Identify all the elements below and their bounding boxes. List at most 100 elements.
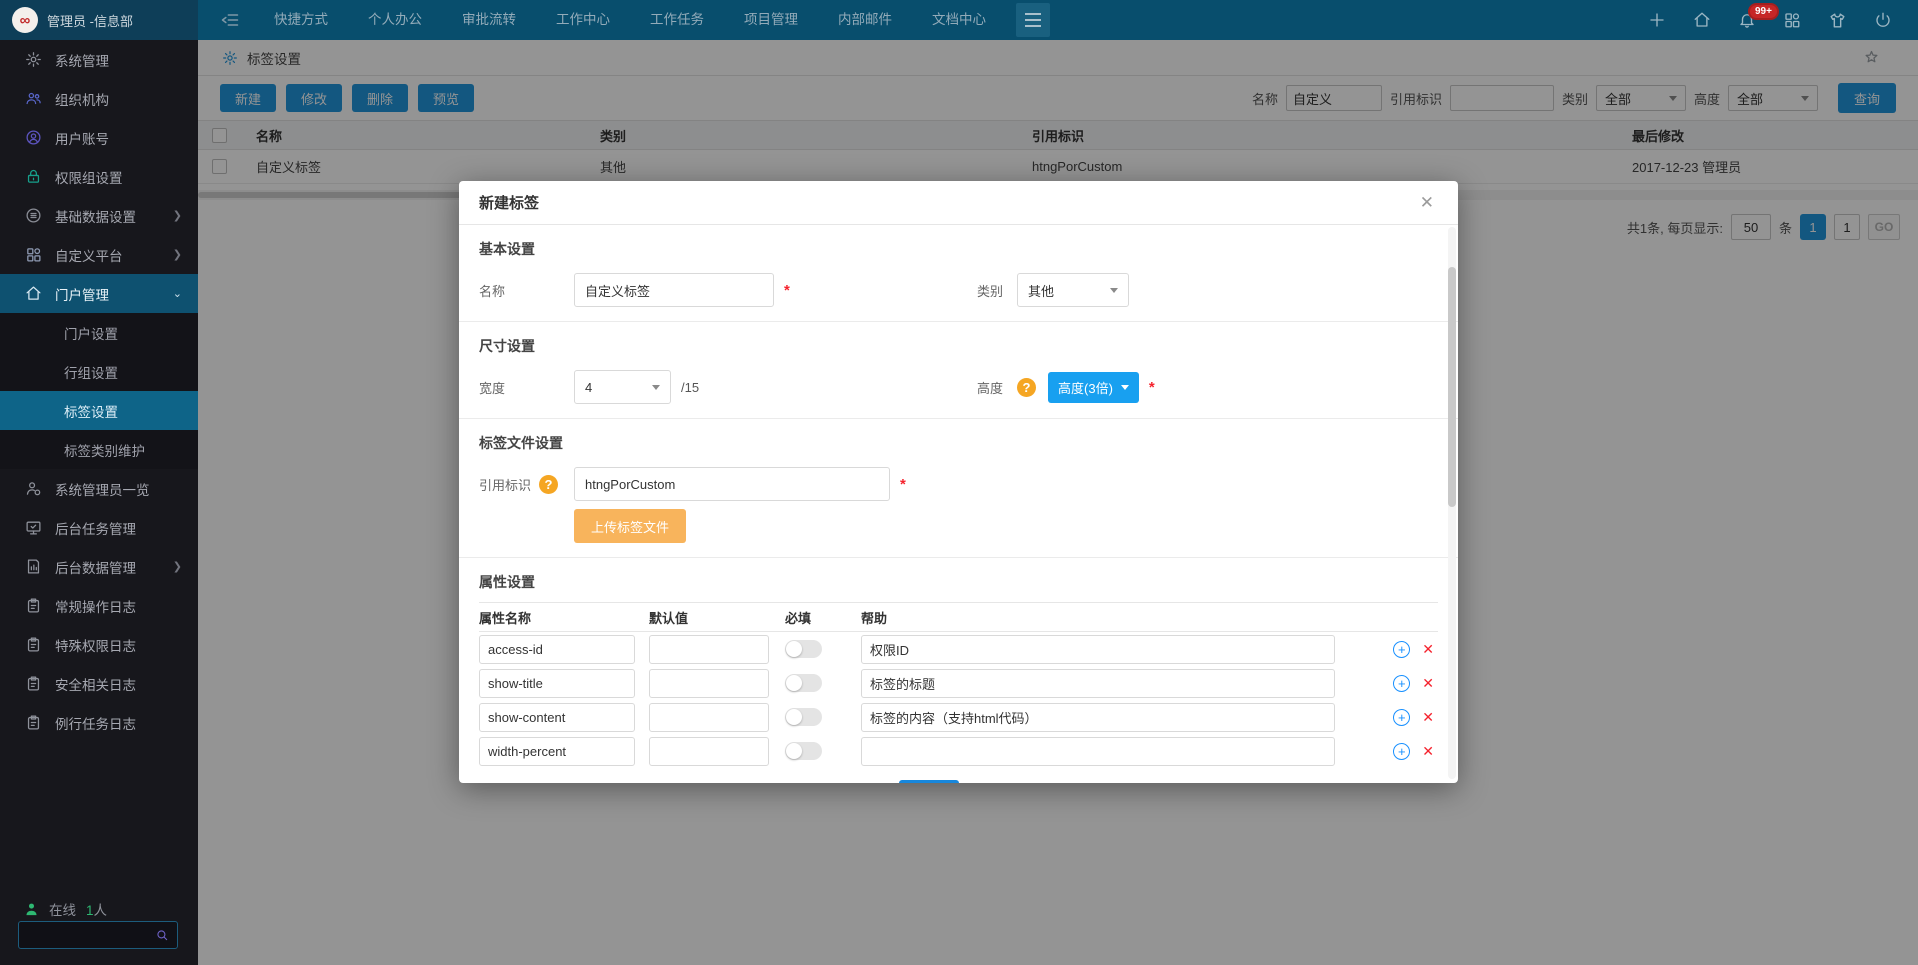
attr-help-input[interactable] (861, 669, 1335, 698)
sidebar-item-permissions[interactable]: 权限组设置 (0, 157, 198, 196)
add-attr-icon[interactable] (1393, 641, 1410, 658)
attr-required-toggle[interactable] (785, 640, 822, 658)
attr-help-input[interactable] (861, 703, 1335, 732)
chevron-down-icon: ⌄ (173, 287, 182, 300)
menu-fold-icon[interactable] (220, 10, 240, 30)
sidebar-item-label: 后台任务管理 (55, 518, 136, 538)
user-circle-icon (25, 129, 42, 146)
brand[interactable]: 管理员 -信息部 (0, 0, 198, 40)
nav-item-documents[interactable]: 文档中心 (912, 0, 1006, 40)
attr-help-input[interactable] (861, 635, 1335, 664)
sidebar-item-bg-data[interactable]: 后台数据管理 ❯ (0, 547, 198, 586)
nav-item-workcenter[interactable]: 工作中心 (536, 0, 630, 40)
required-asterisk: * (784, 282, 790, 299)
sidebar-subitem-rowgroup-settings[interactable]: 行组设置 (0, 352, 198, 391)
add-attr-icon[interactable] (1393, 743, 1410, 760)
category-select[interactable]: 其他 (1017, 273, 1129, 307)
sidebar-subitem-label-category[interactable]: 标签类别维护 (0, 430, 198, 469)
add-button[interactable] (1648, 11, 1666, 29)
online-unit: 人 (94, 903, 108, 918)
attr-help-input[interactable] (861, 737, 1335, 766)
sidebar-item-admin-list[interactable]: 系统管理员一览 (0, 469, 198, 508)
sidebar-search-input[interactable] (19, 928, 155, 942)
modal-header: 新建标签 (459, 181, 1458, 225)
add-attr-icon[interactable] (1393, 675, 1410, 692)
nav-item-mail[interactable]: 内部邮件 (818, 0, 912, 40)
ref-field[interactable] (574, 467, 890, 501)
nav-item-approval[interactable]: 审批流转 (442, 0, 536, 40)
add-attr-icon[interactable] (1393, 709, 1410, 726)
attr-default-input[interactable] (649, 703, 769, 732)
attr-default-input[interactable] (649, 669, 769, 698)
notifications-button[interactable]: 99+ (1738, 11, 1756, 29)
sidebar-item-bg-tasks[interactable]: 后台任务管理 (0, 508, 198, 547)
sidebar-item-basedata[interactable]: 基础数据设置 ❯ (0, 196, 198, 235)
home-button[interactable] (1693, 11, 1711, 29)
sidebar-subitem-label: 标签设置 (64, 401, 118, 421)
log-clipboard-icon (25, 636, 42, 653)
sidebar-item-customplatform[interactable]: 自定义平台 ❯ (0, 235, 198, 274)
sidebar-item-log-routine[interactable]: 例行任务日志 (0, 703, 198, 742)
attr-name-input[interactable] (479, 737, 635, 766)
attr-default-input[interactable] (649, 635, 769, 664)
user-title: 管理员 -信息部 (47, 11, 133, 30)
sidebar-item-system[interactable]: 系统管理 (0, 40, 198, 79)
modal-scrollbar-thumb[interactable] (1448, 267, 1456, 507)
chevron-right-icon: ❯ (173, 248, 182, 261)
attr-name-input[interactable] (479, 703, 635, 732)
sidebar-subitem-label: 门户设置 (64, 323, 118, 343)
new-label-modal: 新建标签 基本设置 名称 * 类别 其他 尺寸设置 宽度 (459, 181, 1458, 783)
remove-attr-icon[interactable] (1422, 675, 1434, 692)
remove-attr-icon[interactable] (1422, 709, 1434, 726)
modal-title: 新建标签 (479, 192, 539, 213)
online-count: 1 (86, 903, 94, 918)
attr-default-input[interactable] (649, 737, 769, 766)
sidebar-item-log-security[interactable]: 安全相关日志 (0, 664, 198, 703)
section-file: 标签文件设置 引用标识 * 上传标签文件 (459, 419, 1458, 558)
required-asterisk: * (1149, 379, 1155, 396)
ref-help-icon[interactable] (539, 475, 558, 494)
attr-name-input[interactable] (479, 635, 635, 664)
section-heading: 属性设置 (479, 566, 1438, 596)
save-button[interactable]: 保存 (899, 780, 959, 783)
remove-attr-icon[interactable] (1422, 743, 1434, 760)
attr-name-input[interactable] (479, 669, 635, 698)
width-select[interactable]: 4 (574, 370, 671, 404)
height-select-button[interactable]: 高度(3倍) (1048, 372, 1139, 403)
section-attrs: 属性设置 属性名称 默认值 必填 帮助 (459, 558, 1458, 783)
sidebar-item-log-regular[interactable]: 常规操作日志 (0, 586, 198, 625)
attr-required-toggle[interactable] (785, 708, 822, 726)
nav-item-shortcuts[interactable]: 快捷方式 (254, 0, 348, 40)
name-field[interactable] (574, 273, 774, 307)
sidebar-search (18, 921, 178, 949)
sidebar-item-label: 特殊权限日志 (55, 635, 136, 655)
section-heading: 基本设置 (479, 233, 1438, 263)
sidebar: 系统管理 组织机构 用户账号 权限组设置 基础数据设置 ❯ 自定义平台 ❯ 门户… (0, 40, 198, 965)
attr-required-toggle[interactable] (785, 674, 822, 692)
toggle-knob (786, 641, 802, 657)
more-menu-button[interactable] (1016, 3, 1050, 37)
search-icon[interactable] (155, 928, 169, 942)
name-label: 名称 (479, 281, 574, 300)
nav-item-tasks[interactable]: 工作任务 (630, 0, 724, 40)
height-help-icon[interactable] (1017, 378, 1036, 397)
sidebar-item-org[interactable]: 组织机构 (0, 79, 198, 118)
sidebar-subitem-label-settings[interactable]: 标签设置 (0, 391, 198, 430)
nav-item-projects[interactable]: 项目管理 (724, 0, 818, 40)
sidebar-item-accounts[interactable]: 用户账号 (0, 118, 198, 157)
logout-button[interactable] (1874, 11, 1892, 29)
sidebar-subitem-portal-settings[interactable]: 门户设置 (0, 313, 198, 352)
nav-item-personal[interactable]: 个人办公 (348, 0, 442, 40)
theme-button[interactable] (1828, 11, 1847, 30)
sidebar-item-portal[interactable]: 门户管理 ⌄ (0, 274, 198, 313)
apps-button[interactable] (1783, 11, 1801, 29)
modal-scrollbar[interactable] (1448, 227, 1456, 779)
caret-down-icon (1110, 288, 1118, 293)
sidebar-item-log-special[interactable]: 特殊权限日志 (0, 625, 198, 664)
remove-attr-icon[interactable] (1422, 641, 1434, 658)
upload-label-file-button[interactable]: 上传标签文件 (574, 509, 686, 543)
attr-required-toggle[interactable] (785, 742, 822, 760)
sidebar-item-label: 权限组设置 (55, 167, 123, 187)
home-icon (25, 285, 42, 302)
close-icon[interactable] (1420, 193, 1434, 213)
